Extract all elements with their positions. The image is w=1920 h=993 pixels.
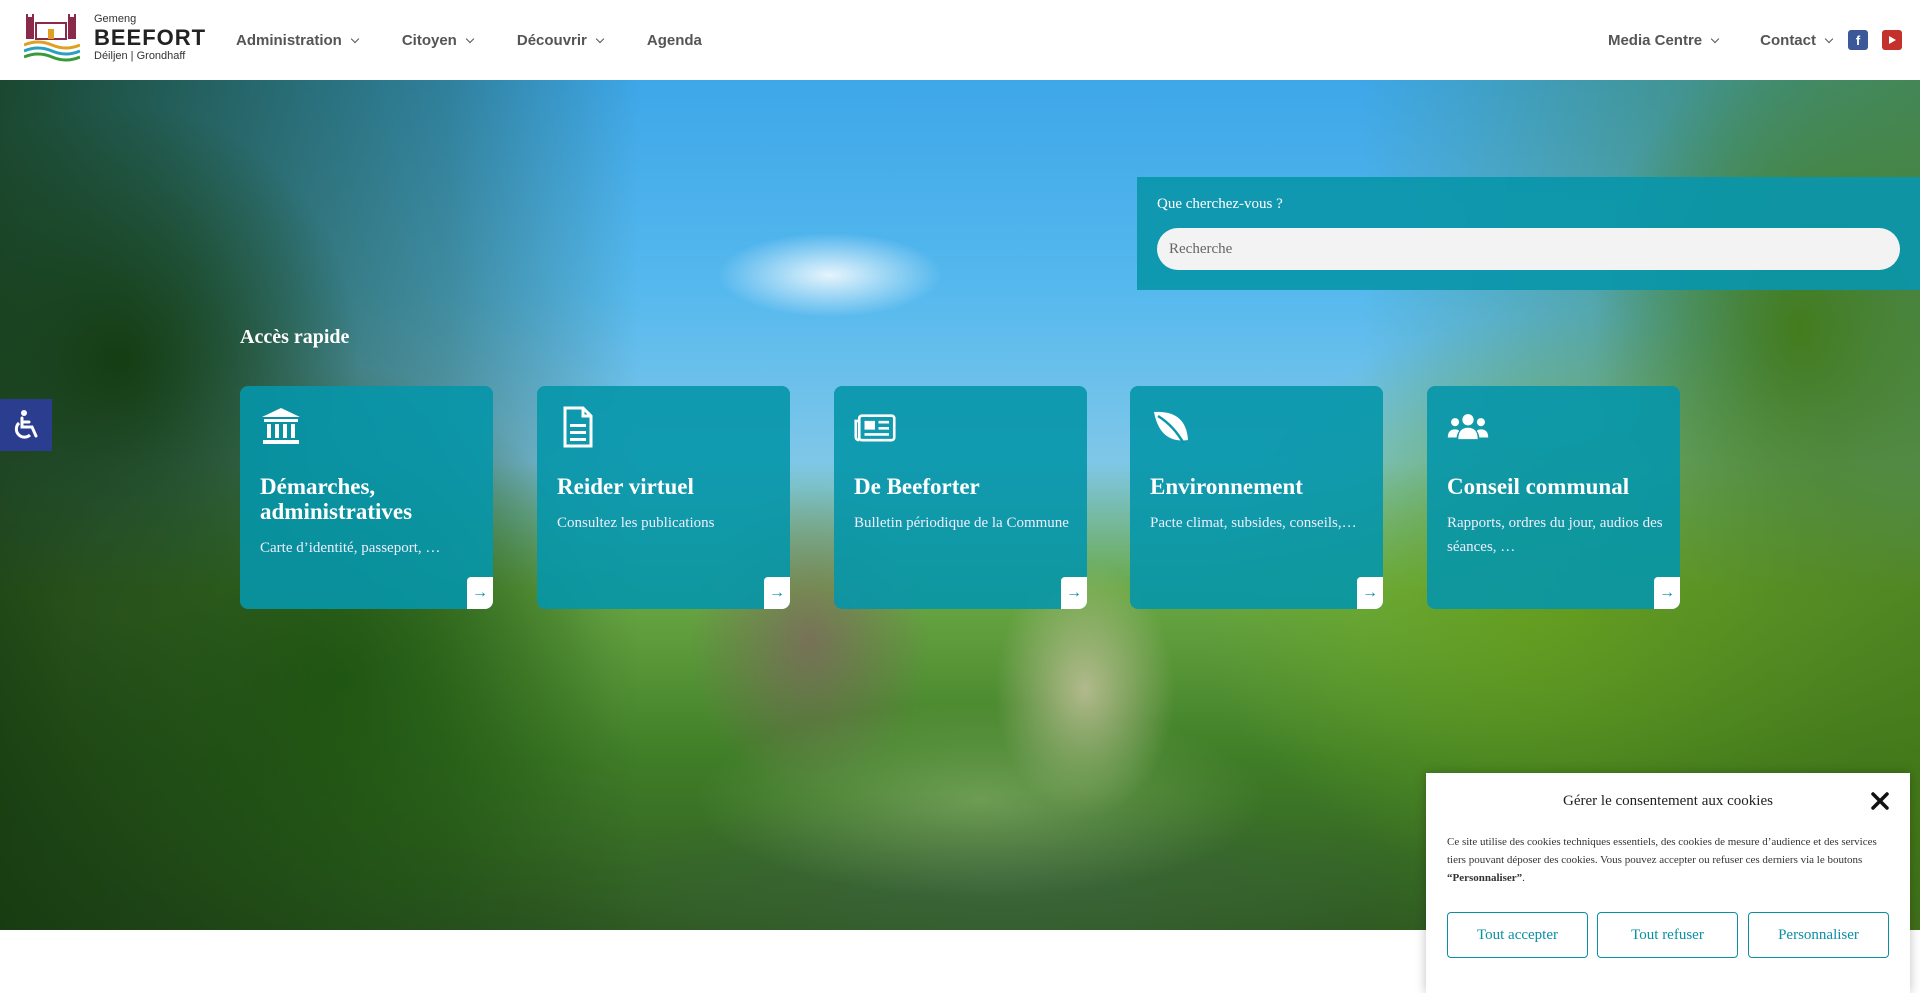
quick-access-title: Accès rapide: [240, 326, 350, 348]
nav-decouvrir[interactable]: Découvrir: [516, 31, 605, 49]
cookie-text-after: .: [1522, 872, 1525, 884]
nav-agenda[interactable]: Agenda: [647, 32, 702, 49]
accept-all-button[interactable]: Tout accepter: [1447, 912, 1588, 958]
card-conseil-communal[interactable]: Conseil communal Rapports, ordres du jou…: [1427, 386, 1680, 609]
card-demarches[interactable]: Démarches, administratives Carte d’ident…: [240, 386, 493, 609]
nav-administration[interactable]: Administration: [236, 31, 360, 49]
chevron-down-icon: [350, 34, 360, 43]
refuse-all-button[interactable]: Tout refuser: [1597, 912, 1738, 958]
nav-label: Contact: [1760, 31, 1816, 49]
card-title: Environnement: [1150, 474, 1303, 499]
cookie-text-bold: “Personnaliser”: [1447, 872, 1523, 884]
arrow-right-icon[interactable]: →: [467, 577, 493, 609]
nav-label: Agenda: [646, 31, 702, 49]
secondary-nav: Media Centre Contact: [1566, 0, 1834, 80]
chevron-down-icon: [595, 34, 605, 43]
institution-icon: [262, 408, 300, 444]
chevron-down-icon: [1824, 34, 1834, 43]
document-icon: [563, 406, 593, 448]
castle-logo-icon: [24, 14, 80, 62]
logo-sub-text: Déiljen | Grondhaff: [94, 50, 186, 62]
card-desc: Pacte climat, subsides, conseils,…: [1150, 515, 1357, 531]
nav-media-centre[interactable]: Media Centre: [1607, 31, 1720, 49]
card-title: De Beeforter: [854, 474, 980, 499]
site-header: Gemeng BEEFORT Déiljen | Grondhaff Admin…: [0, 0, 1920, 80]
wheelchair-icon: [14, 410, 38, 439]
arrow-right-icon[interactable]: →: [1061, 577, 1087, 609]
search-panel: Que cherchez-vous ?: [1137, 177, 1920, 290]
card-title: Conseil communal: [1447, 474, 1630, 499]
users-icon: [1447, 414, 1489, 440]
chevron-down-icon: [465, 34, 475, 43]
arrow-right-icon[interactable]: →: [764, 577, 790, 609]
logo-top-text: Gemeng: [94, 13, 137, 25]
logo-name: BEEFORT: [94, 25, 207, 50]
cookie-text-before: Ce site utilise des cookies techniques e…: [1447, 836, 1877, 866]
card-reider-virtuel[interactable]: Reider virtuel Consultez les publication…: [537, 386, 790, 609]
facebook-icon[interactable]: f: [1848, 30, 1868, 50]
main-nav: Administration Citoyen Découvrir Agenda: [236, 0, 746, 80]
search-label: Que cherchez-vous ?: [1157, 196, 1283, 212]
cookie-text: Ce site utilise des cookies techniques e…: [1447, 833, 1887, 887]
nav-label: Media Centre: [1607, 31, 1703, 49]
card-environnement[interactable]: Environnement Pacte climat, subsides, co…: [1130, 386, 1383, 609]
nav-label: Citoyen: [401, 31, 457, 49]
card-desc: Rapports, ordres du jour, audios des séa…: [1447, 515, 1663, 555]
chevron-down-icon: [1710, 34, 1720, 43]
nav-contact[interactable]: Contact: [1760, 31, 1834, 49]
card-desc: Carte d’identité, passeport, …: [260, 540, 441, 556]
newspaper-icon: [854, 414, 896, 442]
card-title: Reider virtuel: [557, 474, 694, 499]
search-input[interactable]: [1157, 228, 1900, 270]
card-de-beeforter[interactable]: De Beeforter Bulletin périodique de la C…: [834, 386, 1087, 609]
cookie-consent-dialog: Gérer le consentement aux cookies Ce sit…: [1426, 773, 1910, 993]
logo-text: Gemeng BEEFORT Déiljen | Grondhaff: [94, 14, 206, 62]
arrow-right-icon[interactable]: →: [1654, 577, 1680, 609]
nav-label: Administration: [236, 31, 342, 49]
leaf-icon: [1154, 411, 1188, 445]
nav-citoyen[interactable]: Citoyen: [401, 31, 475, 49]
card-desc: Bulletin périodique de la Commune: [854, 515, 1069, 531]
site-logo[interactable]: Gemeng BEEFORT Déiljen | Grondhaff: [24, 13, 206, 63]
close-icon[interactable]: [1870, 791, 1890, 811]
cookie-title: Gérer le consentement aux cookies: [1563, 793, 1773, 809]
arrow-right-icon[interactable]: →: [1357, 577, 1383, 609]
youtube-icon[interactable]: [1882, 30, 1902, 50]
card-desc: Consultez les publications: [557, 515, 715, 531]
customize-button[interactable]: Personnaliser: [1748, 912, 1889, 958]
card-title: Démarches, administratives: [260, 474, 413, 524]
social-links: f: [1848, 30, 1902, 50]
nav-label: Découvrir: [516, 31, 587, 49]
accessibility-button[interactable]: [0, 399, 52, 451]
